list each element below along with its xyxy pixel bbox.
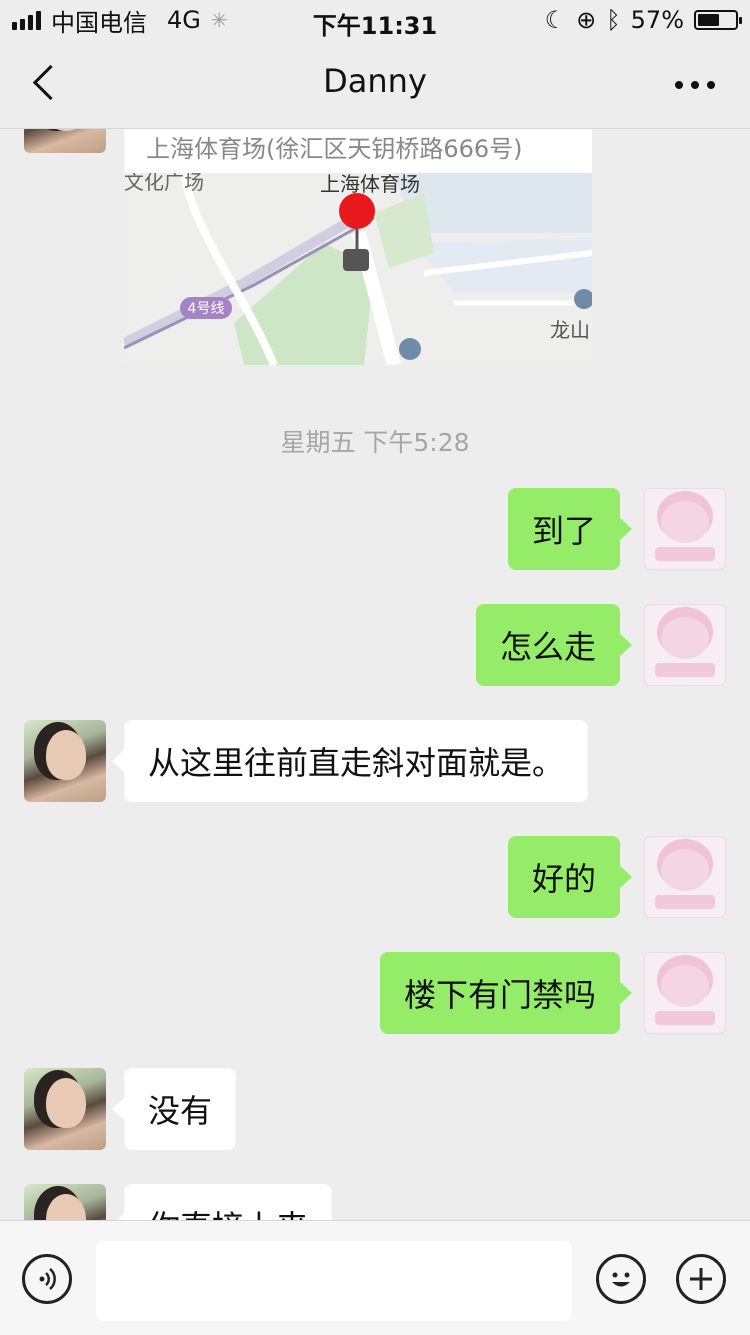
location-address: 上海体育场(徐汇区天钥桥路666号) bbox=[146, 135, 523, 163]
battery-fill bbox=[698, 14, 719, 26]
my-avatar[interactable] bbox=[644, 604, 726, 686]
moon-icon: ☾ bbox=[544, 6, 567, 34]
message-input[interactable] bbox=[96, 1241, 572, 1321]
battery-percent: 57% bbox=[630, 6, 684, 34]
more-dots-icon[interactable] bbox=[670, 70, 720, 100]
status-bar: 中国电信 4G ✳ 下午11:31 ☾ ⊕ ᛒ 57% bbox=[0, 0, 750, 40]
my-message-bubble[interactable]: 好的 bbox=[507, 836, 633, 918]
map-pin-icon bbox=[339, 193, 375, 229]
my-message-bubble[interactable]: 怎么走 bbox=[475, 604, 633, 686]
my-avatar[interactable] bbox=[644, 952, 726, 1034]
contact-message-bubble[interactable]: 从这里往前直走斜对面就是。 bbox=[111, 720, 589, 802]
message-timestamp: 星期五 下午5:28 bbox=[280, 428, 470, 457]
battery-icon bbox=[694, 10, 742, 30]
rotation-lock-icon: ⊕ bbox=[576, 6, 597, 34]
contact-message-bubble[interactable]: 没有 bbox=[111, 1068, 237, 1150]
map-metro-label: 4号线 bbox=[188, 301, 225, 317]
emoji-icon[interactable] bbox=[596, 1254, 646, 1304]
chat-header: Danny bbox=[0, 40, 750, 129]
plus-icon[interactable] bbox=[676, 1254, 726, 1304]
input-bar bbox=[0, 1220, 750, 1335]
map-longshan-label: 龙山 bbox=[550, 318, 590, 342]
contact-message-bubble[interactable]: 你直接上来 bbox=[111, 1184, 333, 1220]
bluetooth-icon: ᛒ bbox=[606, 6, 621, 34]
map-culture-label: 文化广场 bbox=[124, 173, 204, 194]
contact-avatar[interactable] bbox=[24, 1184, 106, 1220]
location-message[interactable]: 上海体育场(徐汇区天钥桥路666号) 4号线 文化广场 上海体育场 龙山 bbox=[124, 129, 592, 365]
contact-avatar[interactable] bbox=[24, 1068, 106, 1150]
my-message-bubble[interactable]: 到了 bbox=[507, 488, 633, 570]
map-place-label: 上海体育场 bbox=[320, 173, 420, 196]
message-list[interactable]: 上海体育场(徐汇区天钥桥路666号) 4号线 文化广场 上海体育场 龙山 星期五 bbox=[0, 129, 750, 1220]
location-map: 4号线 文化广场 上海体育场 龙山 bbox=[124, 173, 592, 365]
my-message-bubble[interactable]: 楼下有门禁吗 bbox=[379, 952, 633, 1034]
voice-icon[interactable] bbox=[22, 1254, 72, 1304]
my-avatar[interactable] bbox=[644, 488, 726, 570]
contact-avatar[interactable] bbox=[24, 720, 106, 802]
my-avatar[interactable] bbox=[644, 836, 726, 918]
contact-avatar[interactable] bbox=[24, 129, 106, 153]
chat-title: Danny bbox=[323, 62, 427, 100]
